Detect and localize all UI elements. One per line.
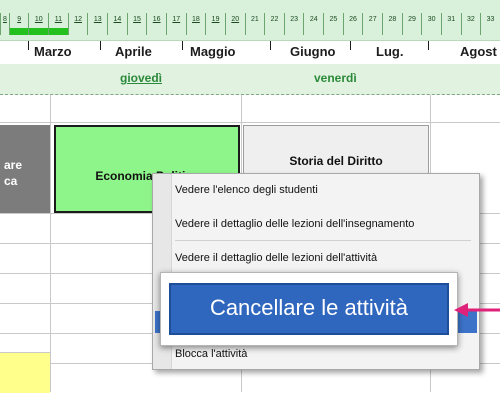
course-cell-title: Storia del Diritto	[289, 154, 383, 168]
week-cell-14[interactable]: 14	[107, 13, 127, 35]
week-cell-15[interactable]: 15	[126, 13, 147, 35]
zoom-callout: Cancellare le attività	[160, 272, 458, 346]
week-cell-24[interactable]: 24	[303, 13, 323, 35]
month-label: Giugno	[290, 44, 336, 59]
month-label: Aprile	[115, 44, 152, 59]
menu-item-lock-activity[interactable]: Blocca l'attività	[175, 348, 247, 360]
menu-item-activity-lessons[interactable]: Vedere il dettaglio delle lezioni dell'a…	[175, 252, 377, 264]
week-cell-27[interactable]: 27	[362, 13, 382, 35]
days-row: giovedì venerdì	[0, 64, 500, 95]
month-label: Lug.	[376, 44, 404, 59]
menu-item-student-list[interactable]: Vedere l'elenco degli studenti	[175, 184, 318, 196]
week-cell-19[interactable]: 19	[205, 13, 225, 35]
week-strip: 8 9 10 11 12 13 14 15 16 17 18 19 20 21 22 23 24 25 26 27 28…	[0, 13, 500, 35]
month-label: Maggio	[190, 44, 236, 59]
week-cell-28[interactable]: 28	[382, 13, 402, 35]
day-label-right[interactable]: venerdì	[314, 71, 357, 85]
months-row: Marzo Aprile Maggio Giugno Lug. Agost	[0, 40, 500, 66]
week-cell-18[interactable]: 18	[185, 13, 206, 35]
week-cell-33[interactable]: 33	[480, 13, 500, 35]
zoom-highlighted-item[interactable]: Cancellare le attività	[169, 283, 449, 335]
week-cell-12[interactable]: 12	[67, 13, 88, 35]
course-cell-partial[interactable]: are ca	[0, 125, 50, 213]
zoom-item-label: Cancellare le attività	[209, 295, 409, 320]
week-cell-10[interactable]: 10	[28, 13, 48, 35]
week-cell-11[interactable]: 11	[48, 13, 68, 35]
course-cell-partial-text: are ca	[4, 158, 23, 188]
week-cell-8[interactable]: 8	[0, 13, 9, 35]
week-cell-9[interactable]: 9	[8, 13, 29, 35]
week-cell-26[interactable]: 26	[342, 13, 363, 35]
month-label: Agost	[460, 44, 497, 59]
week-cell-22[interactable]: 22	[264, 13, 284, 35]
week-cell-13[interactable]: 13	[87, 13, 107, 35]
course-cell-yellow[interactable]	[0, 352, 50, 393]
day-label-left[interactable]: giovedì	[120, 71, 162, 85]
week-cell-20[interactable]: 20	[224, 13, 245, 35]
week-cell-30[interactable]: 30	[421, 13, 441, 35]
week-cell-21[interactable]: 21	[244, 13, 265, 35]
week-cell-16[interactable]: 16	[146, 13, 166, 35]
week-cell-25[interactable]: 25	[323, 13, 343, 35]
week-cell-32[interactable]: 32	[460, 13, 481, 35]
pointer-arrow-icon	[454, 303, 500, 317]
week-cell-29[interactable]: 29	[401, 13, 422, 35]
menu-item-teaching-lessons[interactable]: Vedere il dettaglio delle lezioni dell'i…	[175, 218, 414, 230]
week-cell-31[interactable]: 31	[440, 13, 461, 35]
week-cell-17[interactable]: 17	[165, 13, 186, 35]
month-label: Marzo	[34, 44, 72, 59]
menu-separator	[175, 240, 471, 241]
week-cell-23[interactable]: 23	[283, 13, 304, 35]
